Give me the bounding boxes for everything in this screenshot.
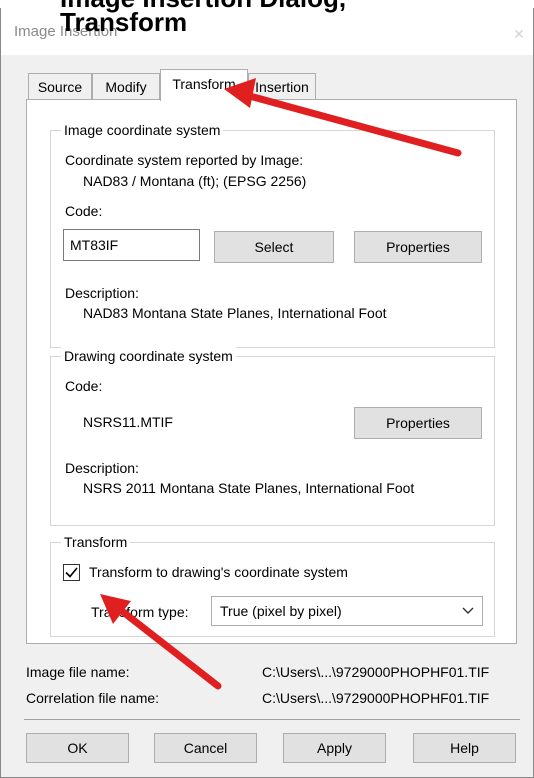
drawing-code-value: NSRS11.MTIF — [83, 414, 173, 430]
chevron-down-icon — [462, 607, 474, 614]
image-properties-button[interactable]: Properties — [354, 231, 482, 263]
transform-type-value: True (pixel by pixel) — [220, 603, 342, 619]
drawing-code-label: Code: — [65, 378, 103, 394]
image-description-label: Description: — [65, 285, 139, 301]
top-caption: Image Insertion Dialog, Transform — [60, 0, 346, 37]
correlation-file-label: Correlation file name: — [26, 690, 160, 706]
close-icon[interactable]: ✕ — [504, 23, 533, 45]
ok-button[interactable]: OK — [26, 733, 129, 763]
tab-modify-label: Modify — [105, 79, 147, 95]
image-file-value: C:\Users\...\9729000PHOPHF01.TIF — [262, 664, 490, 680]
correlation-file-value: C:\Users\...\9729000PHOPHF01.TIF — [262, 690, 490, 706]
drawing-description-value: NSRS 2011 Montana State Planes, Internat… — [83, 480, 415, 496]
tab-modify[interactable]: Modify — [92, 73, 160, 99]
reported-value: NAD83 / Montana (ft); (EPSG 2256) — [83, 173, 307, 189]
reported-label: Coordinate system reported by Image: — [65, 152, 304, 168]
image-coordinate-system-group: Image coordinate system Coordinate syste… — [50, 121, 495, 348]
footer-separator — [24, 719, 520, 720]
tab-insertion-label: Insertion — [255, 79, 309, 95]
drawing-cs-legend: Drawing coordinate system — [61, 347, 236, 365]
transform-legend: Transform — [61, 533, 131, 551]
tab-transform-label: Transform — [172, 76, 236, 92]
image-cs-legend: Image coordinate system — [61, 121, 224, 139]
tab-source[interactable]: Source — [28, 73, 92, 99]
cancel-button[interactable]: Cancel — [154, 733, 257, 763]
image-insertion-dialog: Image Insertion ✕ Source Modify Transfor… — [0, 0, 534, 778]
help-button[interactable]: Help — [413, 733, 516, 763]
check-icon — [65, 567, 78, 578]
transform-group: Transform Transform to drawing's coordin… — [50, 533, 495, 637]
image-description-value: NAD83 Montana State Planes, Internationa… — [83, 305, 387, 321]
select-button[interactable]: Select — [214, 231, 334, 263]
image-code-label: Code: — [65, 203, 103, 219]
transform-tab-panel: Image coordinate system Coordinate syste… — [26, 99, 517, 644]
transform-type-label: Transform type: — [91, 604, 189, 620]
transform-type-select[interactable]: True (pixel by pixel) — [211, 596, 483, 626]
image-file-label: Image file name: — [26, 664, 130, 680]
tab-source-label: Source — [37, 79, 83, 95]
drawing-description-label: Description: — [65, 460, 139, 476]
drawing-properties-button[interactable]: Properties — [354, 407, 482, 439]
caption-band: Image Insertion Dialog, Transform — [0, 0, 534, 35]
tab-insertion[interactable]: Insertion — [248, 73, 316, 99]
transform-checkbox-label[interactable]: Transform to drawing's coordinate system — [89, 563, 348, 581]
drawing-coordinate-system-group: Drawing coordinate system Code: NSRS11.M… — [50, 347, 495, 526]
transform-checkbox[interactable] — [63, 564, 80, 581]
apply-button[interactable]: Apply — [283, 733, 386, 763]
tab-transform[interactable]: Transform — [160, 69, 248, 101]
image-code-field[interactable] — [63, 229, 200, 261]
